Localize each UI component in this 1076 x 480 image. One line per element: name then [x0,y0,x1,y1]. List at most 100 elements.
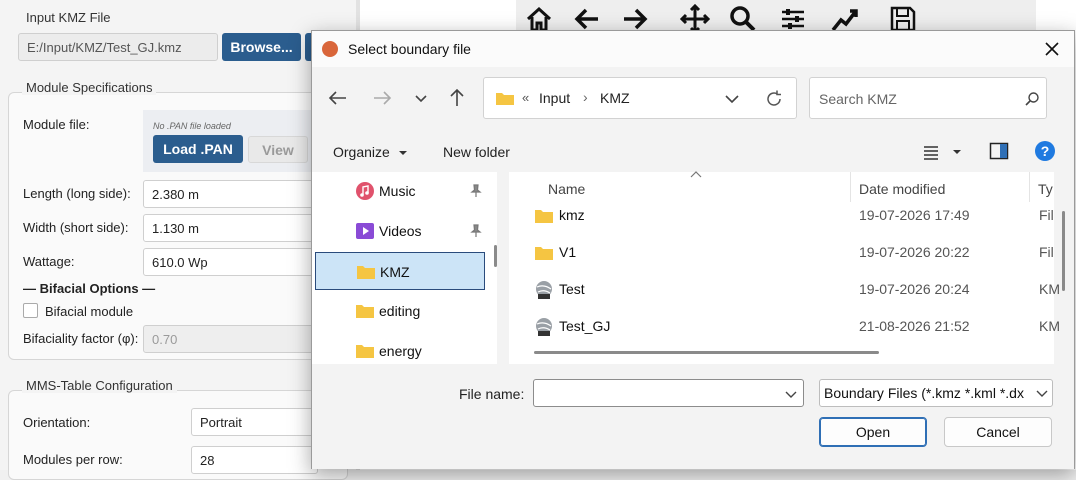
dialog-title: Select boundary file [348,41,471,57]
forward-icon[interactable] [369,85,395,111]
nav-item-label: energy [379,343,422,359]
file-row-test-gj[interactable]: Test_GJ 21-08-2026 21:52 KM [512,309,1060,345]
breadcrumb-input[interactable]: Input [539,90,570,106]
pin-icon[interactable] [469,184,483,198]
load-pan-button[interactable]: Load .PAN [153,135,243,163]
sort-up-icon [690,171,702,178]
organize-menu[interactable]: Organize [333,144,408,160]
breadcrumb-overflow[interactable]: « [522,90,529,105]
file-name-label: File name: [459,386,525,402]
wattage-label: Wattage: [23,254,75,269]
orientation-select[interactable]: Portrait [191,408,318,436]
preview-pane-icon[interactable] [989,142,1009,160]
music-icon [356,182,374,200]
breadcrumb-separator-icon: › [583,89,588,105]
view-options-caret-icon[interactable] [952,148,962,156]
cancel-button[interactable]: Cancel [944,417,1052,447]
nav-item-label: KMZ [380,264,410,280]
chevron-down-icon[interactable] [724,92,740,106]
no-pan-text: No .PAN file loaded [153,121,231,131]
search-input[interactable]: Search KMZ [819,91,897,107]
nav-item-label: editing [379,303,421,319]
file-row-v1[interactable]: V1 19-07-2026 20:22 Fil [512,235,1054,271]
bifaciality-input[interactable]: 0.70 [143,325,318,353]
nav-item-label: Videos [379,223,422,239]
wattage-input[interactable]: 610.0 Wp [143,248,318,276]
file-name: kmz [559,207,585,223]
file-name: Test [559,281,585,297]
nav-item-label: Music [379,183,416,199]
kmz-path-field[interactable]: E:/Input/KMZ/Test_GJ.kmz [18,33,218,61]
folder-icon [357,266,375,279]
folder-icon [496,93,514,105]
length-input[interactable]: 2.380 m [143,180,318,208]
kmz-group-title: Input KMZ File [26,10,111,25]
file-date: 21-08-2026 21:52 [859,318,970,334]
refresh-icon[interactable] [764,89,784,109]
nav-item-editing[interactable]: editing [315,292,485,330]
file-type: KM [1039,318,1060,334]
nav-scrollbar[interactable] [494,245,497,267]
kmz-file-icon [536,318,552,336]
bifaciality-label: Bifaciality factor (φ): [23,331,139,346]
pin-icon[interactable] [469,224,483,238]
module-group-title: Module Specifications [22,80,157,95]
mms-group-title: MMS-Table Configuration [22,378,177,393]
chevron-down-icon[interactable] [785,389,797,399]
help-icon[interactable]: ? [1034,140,1056,162]
modules-per-row-label: Modules per row: [23,452,123,467]
close-icon[interactable] [1042,39,1062,59]
file-type: KM [1039,281,1060,297]
back-icon[interactable] [325,85,351,111]
nav-item-energy[interactable]: energy [315,332,485,364]
kmz-file-icon [536,281,552,299]
file-row-kmz[interactable]: kmz 19-07-2026 17:49 Fil [512,198,1054,234]
vertical-scrollbar[interactable] [1062,211,1065,291]
bifacial-checkbox-label: Bifacial module [45,304,134,319]
folder-icon [535,247,553,260]
dialog-title-bar[interactable]: Select boundary file [312,31,1074,67]
search-icon [1025,92,1039,106]
recent-dropdown-icon[interactable] [408,85,434,111]
width-input[interactable]: 1.130 m [143,214,318,242]
nav-item-videos[interactable]: Videos [315,212,485,250]
video-icon [356,223,374,239]
file-row-test[interactable]: Test 19-07-2026 20:24 KM [512,272,1060,308]
file-name-input[interactable] [533,379,804,407]
nav-item-kmz[interactable]: KMZ [315,252,485,290]
file-date: 19-07-2026 20:22 [859,244,970,260]
width-label: Width (short side): [23,220,129,235]
file-type: Fil [1039,244,1054,260]
organize-label: Organize [333,144,390,160]
select-boundary-dialog: Select boundary file « Input › KMZ Searc… [311,30,1075,469]
up-icon[interactable] [444,85,470,111]
horizontal-scrollbar[interactable] [534,351,879,354]
folder-icon [356,305,374,318]
svg-text:?: ? [1041,143,1050,159]
file-date: 19-07-2026 17:49 [859,207,970,223]
nav-item-music[interactable]: Music [315,172,485,210]
column-header-name[interactable]: Name [548,181,585,197]
orientation-label: Orientation: [23,415,91,430]
file-type-select[interactable]: Boundary Files (*.kmz *.kml *.dx [819,379,1053,407]
new-folder-button[interactable]: New folder [443,144,510,160]
file-name: Test_GJ [559,318,611,334]
chevron-down-icon[interactable] [1036,388,1048,398]
module-file-label: Module file: [23,117,90,132]
left-panel: Input KMZ File E:/Input/KMZ/Test_GJ.kmz … [0,0,356,480]
view-button[interactable]: View [248,136,308,163]
column-header-date[interactable]: Date modified [859,181,945,197]
address-bar[interactable]: « Input › KMZ [483,77,797,119]
view-list-icon[interactable] [922,144,942,160]
breadcrumb-kmz[interactable]: KMZ [600,90,630,106]
column-header-type[interactable]: Ty [1038,181,1053,197]
file-type: Fil [1039,207,1054,223]
bifacial-header: — Bifacial Options — [23,281,156,296]
length-label: Length (long side): [23,186,131,201]
browse-button[interactable]: Browse... [222,33,301,61]
open-button[interactable]: Open [819,417,927,447]
search-box[interactable]: Search KMZ [809,77,1047,119]
app-icon [322,41,338,57]
bifacial-checkbox[interactable] [23,303,38,318]
caret-down-icon [398,151,407,155]
